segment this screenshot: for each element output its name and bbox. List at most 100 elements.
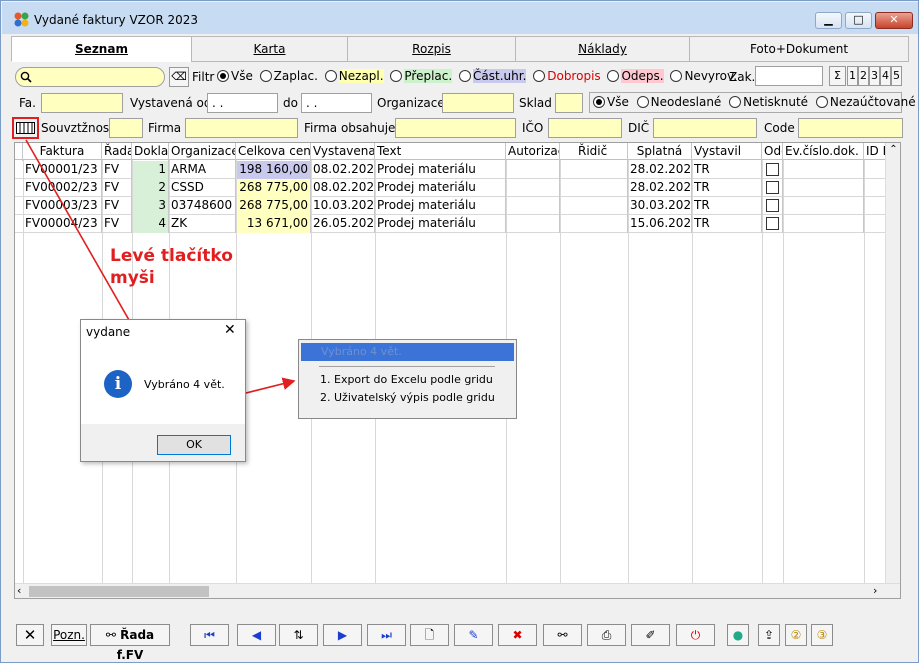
eraser-icon[interactable]: ⌫ xyxy=(169,67,189,87)
color-wheel-icon[interactable]: ● xyxy=(727,624,749,646)
radio-zaplac[interactable] xyxy=(259,70,272,82)
table-row[interactable]: FV00004/23 FV 4 ZK 13 671,00 26.05.2023 Prodej… xyxy=(15,215,885,233)
zak-input[interactable] xyxy=(755,66,823,86)
export-icon-1[interactable]: ⇪ xyxy=(758,624,780,646)
scroll-right-icon[interactable]: › xyxy=(873,584,877,597)
rada-button[interactable]: ⚯ Řada f.FV xyxy=(90,624,170,662)
date-from-input[interactable]: . . xyxy=(207,93,278,113)
col-organizace[interactable]: Organizace xyxy=(169,143,236,161)
window-title: Vydané faktury VZOR 2023 xyxy=(34,13,199,27)
ode-checkbox[interactable] xyxy=(762,215,783,233)
souvztaznost-input[interactable] xyxy=(109,118,143,138)
menu-separator xyxy=(319,366,495,367)
sklad-input[interactable] xyxy=(555,93,583,113)
tab-rozpis[interactable]: Rozpis xyxy=(347,36,516,62)
last-record-button[interactable]: ⏭ xyxy=(367,624,406,646)
search-binoculars-icon[interactable]: ⚯ xyxy=(543,624,582,646)
col-ev-cislo[interactable]: Ev.číslo.dok. xyxy=(783,143,864,161)
col-ridic[interactable]: Řidič xyxy=(560,143,628,161)
print-icon[interactable]: ⎙ xyxy=(587,624,626,646)
menu-item-user-report[interactable]: 2. Uživatelský výpis podle gridu xyxy=(320,391,495,404)
radio-cast-uhr[interactable] xyxy=(459,70,472,82)
prev-record-button[interactable]: ◀ xyxy=(237,624,276,646)
num-button-2[interactable]: 2 xyxy=(858,66,869,86)
dic-input[interactable] xyxy=(653,118,757,138)
ico-input[interactable] xyxy=(548,118,622,138)
table-row[interactable]: FV00001/23 FV 1 ARMA 198 160,00 08.02.2023 Pro… xyxy=(15,161,885,179)
tools-icon[interactable]: ✐ xyxy=(631,624,670,646)
minimize-button[interactable]: ▁ xyxy=(815,12,842,29)
tab-naklady[interactable]: Náklady xyxy=(515,36,690,62)
edit-icon[interactable]: ✎ xyxy=(454,624,493,646)
menu-item-export-excel[interactable]: 1. Export do Excelu podle gridu xyxy=(320,373,493,386)
tab-foto-dokument[interactable]: Foto+Dokument xyxy=(689,36,909,62)
code-input[interactable] xyxy=(798,118,903,138)
radio-nevyrov[interactable] xyxy=(670,70,683,82)
col-faktura[interactable]: Faktura xyxy=(23,143,102,161)
tab-karta[interactable]: Karta xyxy=(191,36,348,62)
cancel-x-button[interactable]: ✕ xyxy=(16,624,44,646)
scroll-up-icon[interactable]: ⌃ xyxy=(886,143,900,157)
new-document-icon[interactable]: 🗋 xyxy=(410,624,449,646)
col-id[interactable]: ID E xyxy=(864,143,886,161)
col-ode[interactable]: Ode xyxy=(762,143,783,161)
grid-icon xyxy=(16,122,35,134)
radio-vse-2[interactable] xyxy=(593,96,605,108)
ok-button[interactable]: OK xyxy=(157,435,231,455)
pozn-button[interactable]: Pozn. xyxy=(51,624,87,646)
radio-dobropis[interactable] xyxy=(533,70,546,82)
num-button-1[interactable]: 1 xyxy=(847,66,858,86)
col-text[interactable]: Text xyxy=(375,143,506,161)
num-button-3[interactable]: 3 xyxy=(869,66,880,86)
search-input[interactable] xyxy=(15,67,165,87)
radio-neodeslane[interactable] xyxy=(636,96,649,108)
col-rada[interactable]: Řada xyxy=(102,143,132,161)
radio-odeps[interactable] xyxy=(607,70,620,82)
col-vystavena[interactable]: Vystavena xyxy=(311,143,375,161)
scroll-left-icon[interactable]: ‹ xyxy=(17,584,21,597)
col-doklad[interactable]: Doklad xyxy=(132,143,169,161)
maximize-button[interactable]: □ xyxy=(845,12,872,29)
sum-button[interactable]: Σ xyxy=(829,66,846,86)
fa-input[interactable] xyxy=(41,93,123,113)
grid-menu-button[interactable] xyxy=(12,117,39,139)
ode-checkbox[interactable] xyxy=(762,197,783,215)
date-to-input[interactable]: . . xyxy=(301,93,372,113)
dialog-message: Vybráno 4 vět. xyxy=(144,378,225,391)
table-row[interactable]: FV00002/23 FV 2 CSSD 268 775,00 08.02.2023 Pro… xyxy=(15,179,885,197)
close-button[interactable]: ✕ xyxy=(875,12,913,29)
horizontal-scrollbar[interactable]: ‹ › xyxy=(15,583,900,598)
power-icon[interactable]: ⏻ xyxy=(676,624,715,646)
num-button-5[interactable]: 5 xyxy=(891,66,902,86)
scroll-thumb[interactable] xyxy=(29,586,209,597)
radio-netisknute[interactable] xyxy=(729,96,742,108)
delete-icon[interactable]: ✖ xyxy=(498,624,537,646)
export-icon-3[interactable]: ③ xyxy=(811,624,833,646)
cell-doklad: 2 xyxy=(132,179,169,197)
col-autorizace[interactable]: Autorizace xyxy=(506,143,560,161)
next-record-button[interactable]: ▶ xyxy=(323,624,362,646)
col-celkova-cena[interactable]: Celkova cena xyxy=(236,143,311,161)
sort-icon[interactable]: ⇅ xyxy=(279,624,318,646)
firma-obsahuje-input[interactable] xyxy=(395,118,516,138)
num-button-4[interactable]: 4 xyxy=(880,66,891,86)
export-icon-2[interactable]: ② xyxy=(785,624,807,646)
tab-seznam[interactable]: Seznam xyxy=(11,36,192,62)
radio-nezapl[interactable] xyxy=(324,70,337,82)
ode-checkbox[interactable] xyxy=(762,161,783,179)
col-vystavil[interactable]: Vystavil xyxy=(692,143,762,161)
dialog-close-icon[interactable]: ✕ xyxy=(224,322,236,338)
radio-vse[interactable] xyxy=(217,70,229,82)
first-record-button[interactable]: ⏮ xyxy=(190,624,229,646)
organizace-input[interactable] xyxy=(442,93,514,113)
table-row[interactable]: FV00003/23 FV 3 03748600 268 775,00 10.03.202… xyxy=(15,197,885,215)
ode-checkbox[interactable] xyxy=(762,179,783,197)
radio-preplac[interactable] xyxy=(390,70,403,82)
send-status-radio-group[interactable]: Vše Neodeslané Netisknuté Nezaúčtované xyxy=(589,92,916,113)
radio-nezauctovane[interactable] xyxy=(815,96,828,108)
filter-radio-group[interactable]: Vše Zaplac. Nezapl. Přeplac. Část.uhr. D… xyxy=(217,69,737,83)
cell-splatna: 15.06.2023 xyxy=(628,215,692,233)
firma-input[interactable] xyxy=(185,118,298,138)
col-splatna[interactable]: Splatná xyxy=(628,143,692,161)
vertical-scrollbar[interactable]: ⌃ xyxy=(885,143,900,583)
